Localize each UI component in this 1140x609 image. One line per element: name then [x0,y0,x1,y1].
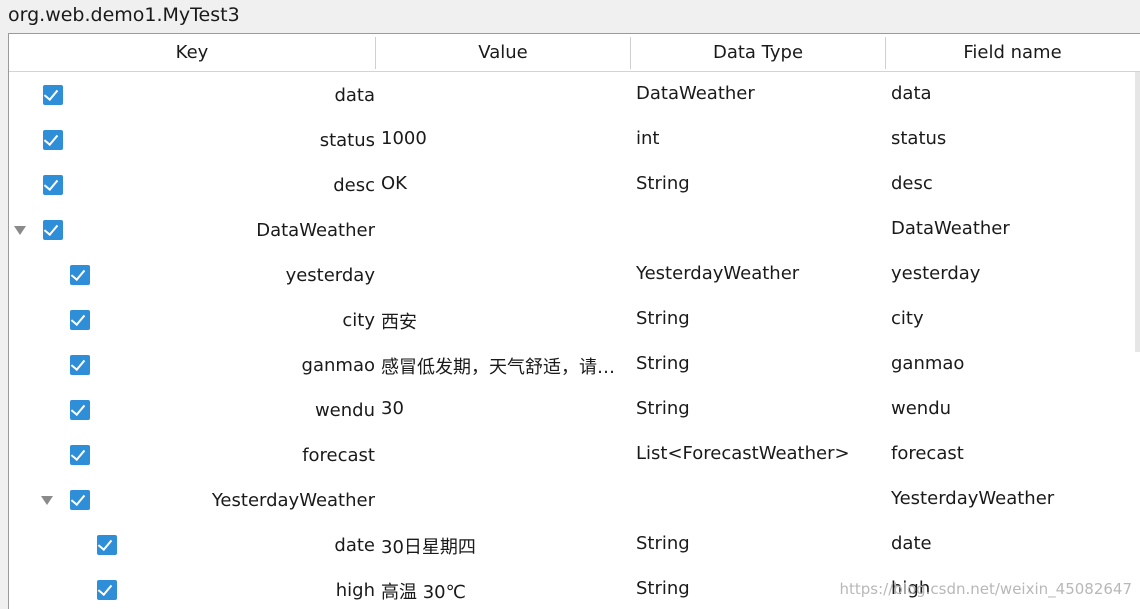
table-header: Key Value Data Type Field name [9,34,1140,72]
checkmark-icon [70,355,86,372]
row-checkbox[interactable] [70,355,90,375]
row-key: desc [333,175,375,196]
table-row[interactable]: YesterdayWeather YesterdayWeather [9,477,1140,522]
row-data-type[interactable]: DataWeather [636,83,755,104]
column-header-key[interactable]: Key [9,34,375,71]
row-field-name[interactable]: ganmao [891,353,964,374]
checkmark-icon [70,445,86,462]
column-header-data-type[interactable]: Data Type [631,34,885,71]
row-key: DataWeather [256,220,375,241]
row-field-name[interactable]: wendu [891,398,951,419]
table-row[interactable]: DataWeather DataWeather [9,207,1140,252]
row-data-type[interactable]: String [636,578,690,599]
table-row[interactable]: desc OK String desc [9,162,1140,207]
tree-table: Key Value Data Type Field name data DataW… [8,33,1140,609]
row-value[interactable]: 1000 [381,128,631,149]
checkmark-icon [43,130,59,147]
row-field-name[interactable]: data [891,83,932,104]
row-field-name[interactable]: desc [891,173,933,194]
row-checkbox[interactable] [97,580,117,600]
row-key: yesterday [285,265,375,286]
row-field-name[interactable]: YesterdayWeather [891,488,1054,509]
table-body: data DataWeather data status 1000 int status de… [9,72,1140,609]
column-header-value[interactable]: Value [376,34,630,71]
table-row[interactable]: wendu 30 String wendu [9,387,1140,432]
checkmark-icon [97,580,113,597]
column-header-field-name[interactable]: Field name [886,34,1139,71]
table-row[interactable]: ganmao 感冒低发期，天气舒适，请注… String ganmao [9,342,1140,387]
row-key: forecast [302,445,375,466]
row-checkbox[interactable] [70,310,90,330]
row-checkbox[interactable] [43,130,63,150]
row-key: date [334,535,375,556]
row-value[interactable]: 感冒低发期，天气舒适，请注… [381,353,631,379]
row-key: high [335,580,375,601]
row-checkbox[interactable] [97,535,117,555]
expand-caret-icon[interactable] [14,226,26,235]
checkmark-icon [97,535,113,552]
table-row[interactable]: yesterday YesterdayWeather yesterday [9,252,1140,297]
row-checkbox[interactable] [70,490,90,510]
row-value[interactable]: 30 [381,398,631,419]
row-value[interactable]: 高温 30℃ [381,578,631,604]
checkmark-icon [70,310,86,327]
row-checkbox[interactable] [43,175,63,195]
table-row[interactable]: forecast List<ForecastWeather> forecast [9,432,1140,477]
expand-caret-icon[interactable] [41,496,53,505]
row-value[interactable]: 30日星期四 [381,533,631,559]
row-data-type[interactable]: YesterdayWeather [636,263,799,284]
table-row[interactable]: data DataWeather data [9,72,1140,117]
window-title: org.web.demo1.MyTest3 [8,4,240,26]
checkmark-icon [43,220,59,237]
row-data-type[interactable]: List<ForecastWeather> [636,443,850,464]
row-checkbox[interactable] [70,445,90,465]
checkmark-icon [70,490,86,507]
checkmark-icon [70,265,86,282]
row-key: status [319,130,375,151]
row-key: data [334,85,375,106]
row-data-type[interactable]: String [636,533,690,554]
row-data-type[interactable]: String [636,398,690,419]
row-checkbox[interactable] [43,220,63,240]
table-row[interactable]: city 西安 String city [9,297,1140,342]
row-value[interactable]: 西安 [381,308,631,334]
row-key: wendu [314,400,375,421]
table-row[interactable]: status 1000 int status [9,117,1140,162]
watermark: https://blog.csdn.net/weixin_45082647 [839,580,1132,598]
row-field-name[interactable]: date [891,533,932,554]
row-data-type[interactable]: String [636,173,690,194]
row-field-name[interactable]: forecast [891,443,964,464]
row-key: ganmao [301,355,375,376]
row-field-name[interactable]: status [891,128,946,149]
row-data-type[interactable]: int [636,128,659,149]
vertical-scrollbar[interactable] [1135,72,1140,352]
row-key: YesterdayWeather [211,490,375,511]
row-value[interactable]: OK [381,173,631,194]
table-row[interactable]: date 30日星期四 String date [9,522,1140,567]
row-key: city [342,310,375,331]
row-checkbox[interactable] [70,400,90,420]
row-data-type[interactable]: String [636,353,690,374]
row-field-name[interactable]: yesterday [891,263,980,284]
checkmark-icon [70,400,86,417]
row-field-name[interactable]: DataWeather [891,218,1010,239]
row-checkbox[interactable] [43,85,63,105]
checkmark-icon [43,85,59,102]
row-field-name[interactable]: city [891,308,924,329]
row-data-type[interactable]: String [636,308,690,329]
checkmark-icon [43,175,59,192]
row-checkbox[interactable] [70,265,90,285]
